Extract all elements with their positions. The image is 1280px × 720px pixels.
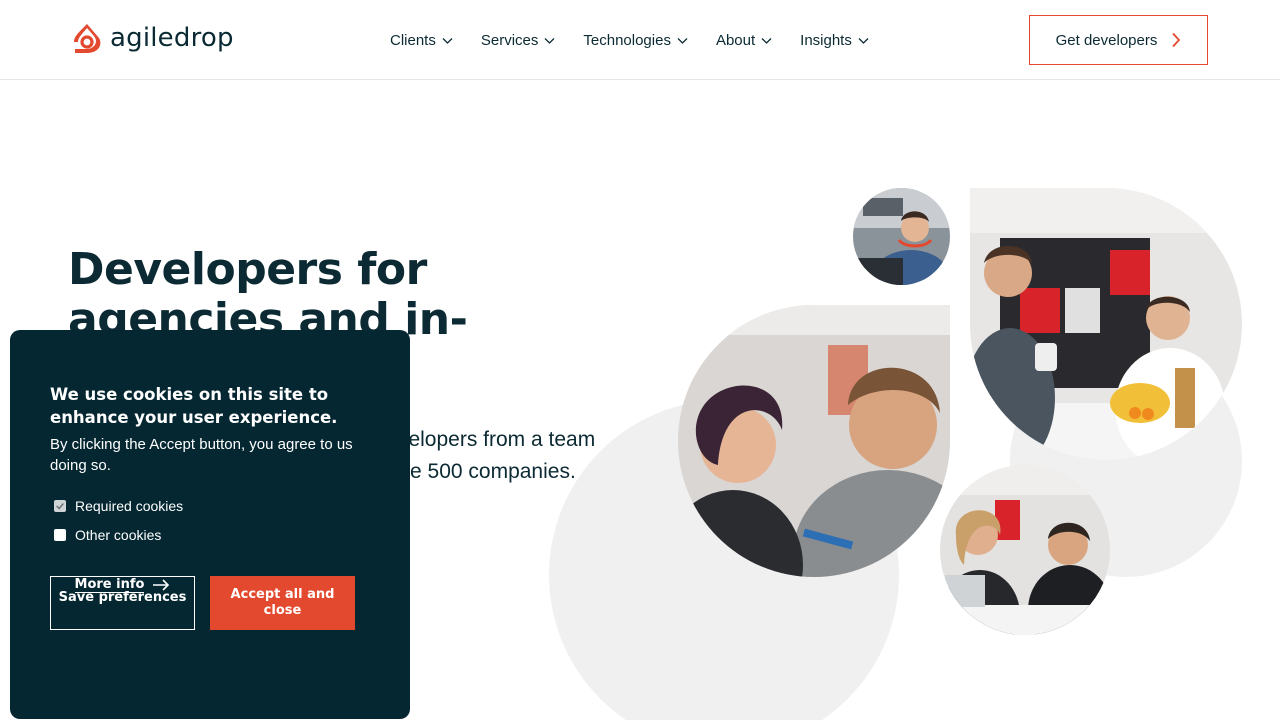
nav-about-label: About [715,31,756,49]
nav-technologies[interactable]: Technologies [583,26,688,54]
photo-developer-headphones [853,188,950,285]
required-cookies-option[interactable]: Required cookies [54,498,183,514]
nav-clients[interactable]: Clients [390,26,453,54]
brand-name: agiledrop [110,23,234,53]
cookie-banner: We use cookies on this site to enhance y… [10,330,410,719]
nav-services-label: Services [480,31,539,49]
devs-desk-image [940,465,1110,635]
get-developers-button[interactable]: Get developers [1029,15,1208,65]
brand-logo[interactable]: agiledrop [72,20,234,56]
photo-team-laptop [678,305,950,577]
photo-clip-top [853,188,950,285]
chevron-down-icon [761,37,772,44]
chevron-right-icon [1172,32,1181,48]
photo-devs-desk [940,465,1110,635]
nav-insights-label: Insights [800,31,852,49]
nav-technologies-label: Technologies [583,31,671,49]
get-developers-label: Get developers [1055,31,1158,49]
chevron-down-icon [442,37,453,44]
colleagues-laughing-image [970,188,1242,460]
required-cookies-label: Required cookies [75,498,184,514]
agiledrop-drop-icon [74,24,101,53]
chevron-down-icon [544,37,555,44]
save-preferences-button[interactable]: More info Save preferences [50,576,195,630]
nav-insights[interactable]: Insights [800,26,869,54]
check-icon [56,503,64,510]
cookie-title: We use cookies on this site to enhance y… [50,385,338,427]
team-laptop-image [678,305,950,577]
other-cookies-checkbox[interactable] [54,529,66,541]
other-cookies-label: Other cookies [75,527,162,543]
site-header: agiledrop Clients Services Technologies … [0,0,1280,80]
nav-about[interactable]: About [716,26,772,54]
save-preferences-label: Save preferences [58,590,187,605]
developer-headphones-image [853,188,950,285]
photo-colleagues-laughing [970,188,1242,460]
main-nav: Clients Services Technologies About Insi… [390,26,869,54]
nav-clients-label: Clients [390,31,436,49]
photo-clip-middle [678,305,950,577]
nav-services[interactable]: Services [481,26,556,54]
cookie-description: By clicking the Accept button, you agree… [50,436,353,474]
accept-all-button[interactable]: Accept all and close [210,576,355,630]
chevron-down-icon [677,37,688,44]
other-cookies-option[interactable]: Other cookies [54,527,161,543]
chevron-down-icon [858,37,869,44]
required-cookies-checkbox[interactable] [54,500,66,512]
accept-all-label: Accept all and close [230,587,335,618]
